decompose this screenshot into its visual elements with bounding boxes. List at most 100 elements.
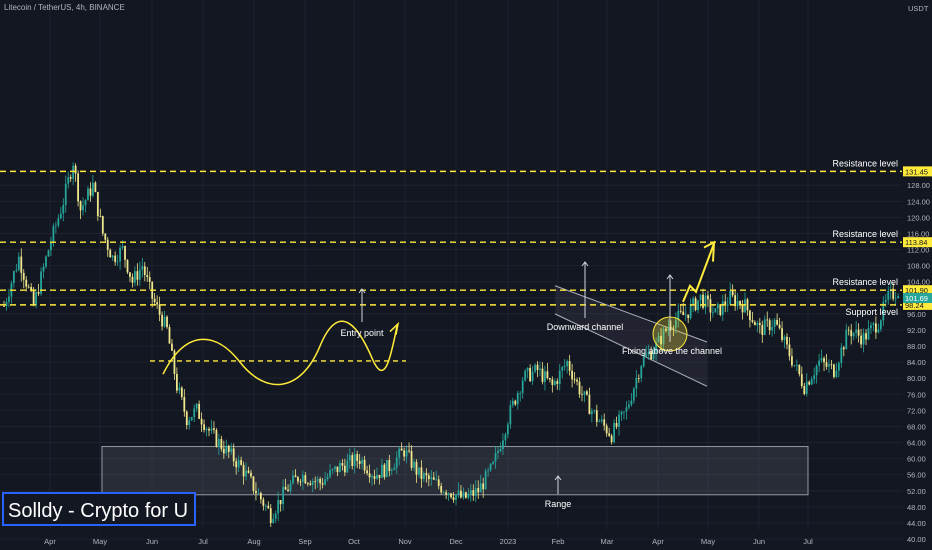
entry-point-label: Entry point bbox=[340, 328, 384, 338]
candle-body bbox=[77, 173, 79, 202]
candle-body bbox=[610, 435, 613, 443]
candle-body bbox=[390, 470, 393, 472]
candle-body bbox=[87, 188, 89, 201]
candle-body bbox=[603, 419, 606, 426]
candle-body bbox=[348, 455, 351, 461]
level-label: Resistance level bbox=[832, 229, 898, 239]
candle-body bbox=[870, 325, 872, 329]
candle-body bbox=[605, 425, 608, 434]
candle-body bbox=[37, 292, 40, 294]
candle-body bbox=[776, 319, 779, 325]
level-label: Resistance level bbox=[832, 277, 898, 287]
candle-body bbox=[628, 404, 630, 408]
candle-body bbox=[351, 455, 354, 466]
candle-body bbox=[205, 428, 208, 430]
candle-body bbox=[699, 294, 702, 301]
candle-body bbox=[366, 470, 368, 474]
candle-body bbox=[69, 177, 72, 179]
candle-body bbox=[561, 367, 564, 371]
candle-body bbox=[788, 344, 791, 357]
candle-body bbox=[420, 467, 423, 480]
downward-channel-label: Downward channel bbox=[547, 322, 624, 332]
candle-body bbox=[279, 500, 282, 505]
candle-body bbox=[62, 205, 65, 214]
candle-body bbox=[272, 518, 275, 523]
candle-body bbox=[862, 333, 865, 345]
candle-body bbox=[489, 463, 492, 471]
price-tick-label: 88.00 bbox=[907, 342, 926, 351]
candle-body bbox=[635, 377, 638, 389]
candle-body bbox=[526, 367, 529, 371]
level-label: Resistance level bbox=[832, 158, 898, 168]
candle-body bbox=[217, 438, 220, 447]
candle-body bbox=[92, 182, 94, 196]
candle-body bbox=[568, 361, 571, 371]
candle-body bbox=[632, 388, 635, 401]
time-tick-label: Feb bbox=[552, 537, 565, 546]
candle-body bbox=[274, 513, 277, 519]
time-tick-label: Jun bbox=[753, 537, 765, 546]
candle-body bbox=[220, 438, 223, 449]
candle-body bbox=[704, 295, 707, 308]
price-chart: 40.00 44.00 48.00 52.00 56.00 60.00 64.00 68.00… bbox=[0, 0, 932, 550]
candle-body bbox=[855, 329, 858, 333]
candle-body bbox=[413, 461, 415, 468]
candle-body bbox=[435, 479, 438, 481]
candle-body bbox=[697, 300, 699, 311]
candle-body bbox=[600, 419, 603, 422]
candle-body bbox=[393, 467, 396, 471]
candle-body bbox=[825, 362, 828, 367]
candle-body bbox=[852, 332, 855, 337]
candle-body bbox=[230, 448, 233, 452]
candle-body bbox=[178, 387, 181, 391]
candle-body bbox=[17, 256, 20, 270]
candle-body bbox=[116, 261, 119, 263]
candle-body bbox=[131, 276, 134, 283]
candle-body bbox=[472, 490, 475, 496]
candle-body bbox=[430, 477, 433, 480]
range-box bbox=[101, 446, 809, 496]
candle-body bbox=[213, 428, 215, 430]
candle-body bbox=[771, 327, 774, 331]
candle-body bbox=[761, 324, 764, 335]
candle-body bbox=[143, 266, 146, 276]
candle-body bbox=[180, 387, 183, 398]
price-tick-label: 60.00 bbox=[907, 455, 926, 464]
level-label: Support level bbox=[845, 307, 898, 317]
candle-body bbox=[460, 490, 462, 498]
candle-body bbox=[294, 475, 297, 478]
candle-body bbox=[773, 319, 776, 328]
candle-body bbox=[346, 460, 349, 473]
candle-body bbox=[778, 324, 781, 329]
candle-body bbox=[445, 492, 448, 495]
candle-body bbox=[141, 266, 144, 270]
candle-body bbox=[452, 497, 455, 500]
candle-body bbox=[138, 269, 141, 280]
candle-body bbox=[136, 271, 139, 280]
candle-body bbox=[548, 378, 551, 380]
candle-body bbox=[289, 483, 292, 492]
candle-body bbox=[766, 319, 769, 321]
candle-body bbox=[566, 361, 569, 367]
candle-body bbox=[292, 475, 294, 484]
candle-body bbox=[506, 424, 509, 435]
candle-body bbox=[106, 239, 109, 250]
candle-body bbox=[99, 216, 102, 217]
candle-body bbox=[176, 373, 178, 391]
candle-body bbox=[756, 323, 759, 326]
candle-body bbox=[469, 490, 472, 494]
candle-body bbox=[541, 368, 544, 382]
candle-body bbox=[857, 329, 860, 336]
candle-body bbox=[781, 328, 783, 340]
candle-body bbox=[553, 381, 556, 385]
candle-body bbox=[50, 242, 52, 251]
candle-body bbox=[52, 226, 55, 243]
candle-body bbox=[721, 301, 724, 315]
candle-body bbox=[521, 380, 524, 393]
candle-body bbox=[467, 493, 470, 498]
candle-body bbox=[462, 492, 465, 498]
price-tick-label: 116.00 bbox=[907, 229, 929, 238]
candle-body bbox=[687, 314, 690, 319]
candle-body bbox=[101, 216, 104, 234]
candle-body bbox=[356, 454, 359, 461]
